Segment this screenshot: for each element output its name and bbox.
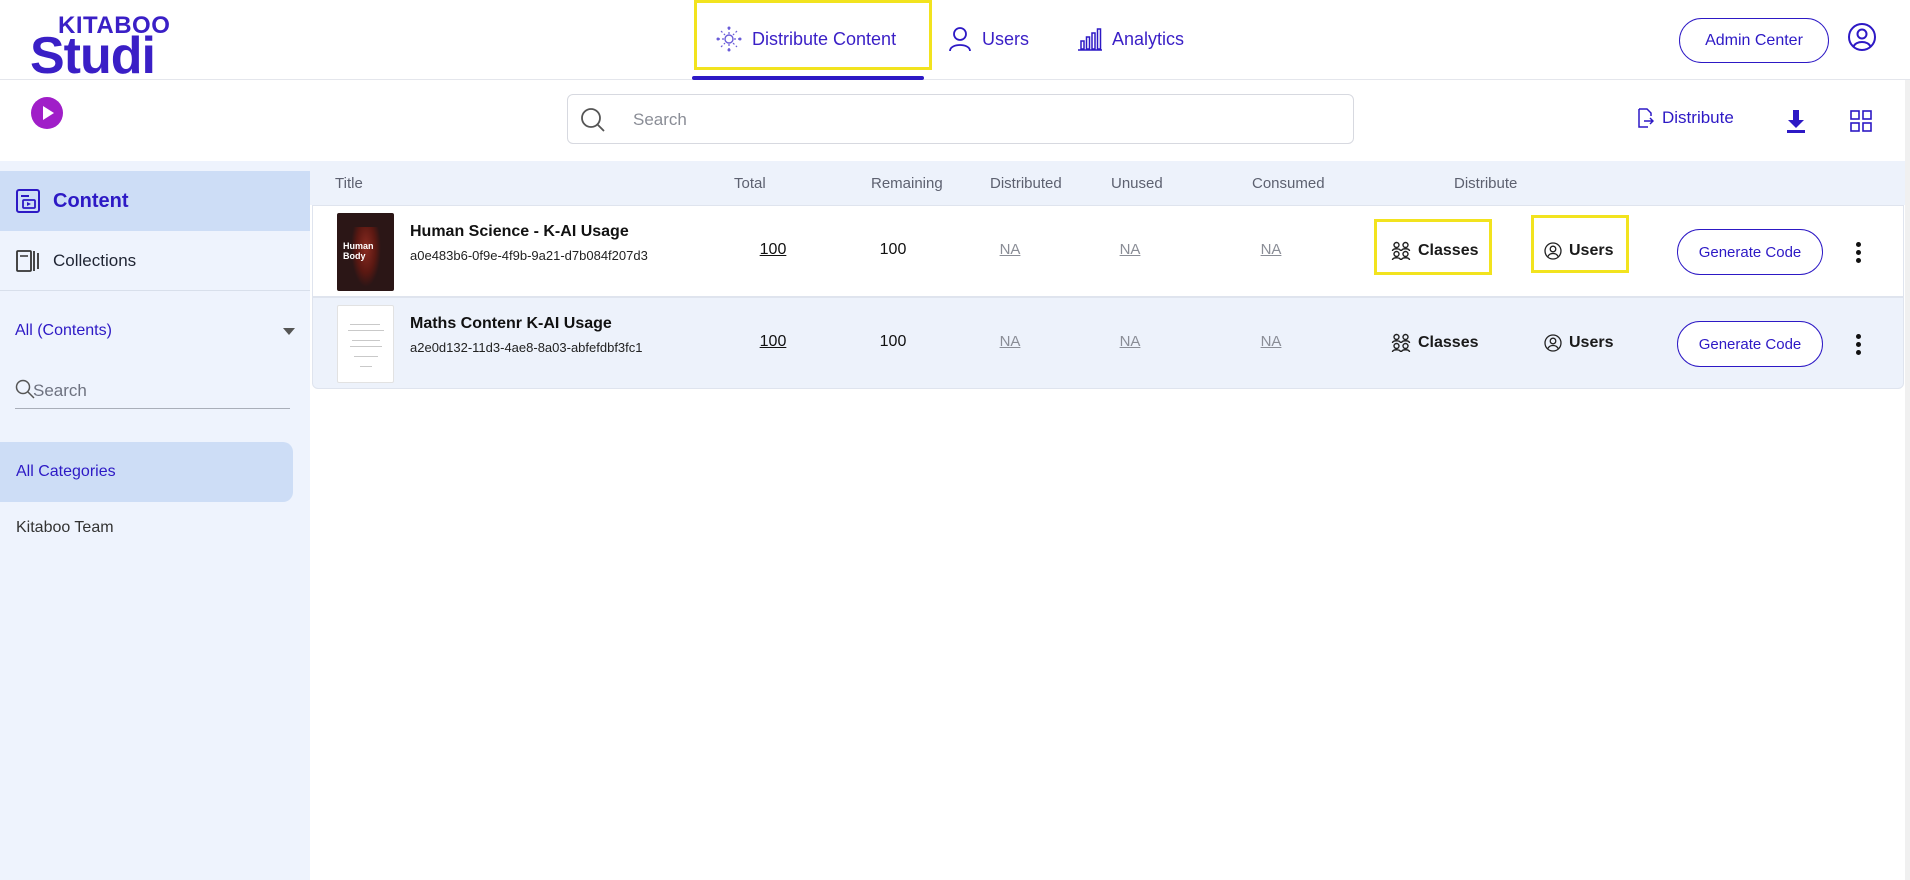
grid-view-icon[interactable]	[1850, 110, 1872, 132]
category-all-categories[interactable]: All Categories	[0, 442, 293, 502]
generate-code-button[interactable]: Generate Code	[1677, 229, 1823, 275]
column-header-remaining: Remaining	[871, 175, 943, 192]
total-count[interactable]: 100	[743, 333, 803, 351]
search-icon	[15, 379, 35, 399]
content-icon	[16, 189, 40, 213]
content-id: a2e0d132-11d3-4ae8-8a03-abfefdbf3fc1	[410, 340, 643, 355]
logo-play-icon	[31, 97, 63, 129]
content-filter-dropdown[interactable]: All (Contents)	[15, 313, 295, 349]
column-header-distribute: Distribute	[1454, 175, 1518, 192]
highlight-box	[1374, 219, 1492, 275]
sidebar-label-collections: Collections	[53, 250, 137, 270]
classes-icon	[1391, 333, 1411, 353]
top-header: KITABOO Studi Distribute Content Users A…	[0, 0, 1910, 129]
nav-label-users: Users	[982, 28, 1030, 49]
nav-label-analytics: Analytics	[1112, 28, 1185, 49]
distributed-value[interactable]: NA	[980, 241, 1040, 258]
left-sidebar: Content Collections All (Contents) All C…	[0, 161, 310, 880]
sidebar-item-content[interactable]: Content	[0, 171, 310, 231]
collections-icon	[16, 249, 39, 272]
category-search[interactable]	[15, 371, 290, 409]
total-count[interactable]: 100	[743, 241, 803, 259]
distribute-doc-icon	[1638, 108, 1654, 128]
content-filter-value: All (Contents)	[15, 322, 112, 339]
content-search-box[interactable]	[567, 94, 1354, 144]
table-row: Maths Contenr K-AI Usage a2e0d132-11d3-4…	[312, 297, 1904, 389]
profile-icon[interactable]	[1847, 22, 1877, 52]
distribute-classes-button[interactable]: Classes	[1391, 323, 1479, 363]
unused-value[interactable]: NA	[1100, 333, 1160, 350]
user-circle-icon	[1544, 334, 1562, 352]
content-id: a0e483b6-0f9e-4f9b-9a21-d7b084f207d3	[410, 248, 648, 263]
unused-value[interactable]: NA	[1100, 241, 1160, 258]
distribute-label: Distribute	[1662, 108, 1734, 127]
distribute-button[interactable]: Distribute	[1636, 108, 1734, 128]
admin-center-button[interactable]: Admin Center	[1679, 18, 1829, 63]
category-search-input[interactable]	[33, 379, 283, 403]
more-options-icon[interactable]	[1850, 333, 1866, 357]
sidebar-item-collections[interactable]: Collections	[0, 231, 310, 291]
nav-analytics[interactable]: Analytics	[1078, 0, 1184, 78]
logo-text-bottom: Studi	[30, 30, 180, 134]
distributed-value[interactable]: NA	[980, 333, 1040, 350]
app-root: KITABOO Studi Distribute Content Users A…	[0, 0, 1910, 880]
remaining-count: 100	[879, 241, 907, 258]
highlight-box	[694, 0, 932, 70]
users-label: Users	[1569, 334, 1614, 351]
search-icon	[581, 108, 605, 132]
bar-chart-icon	[1078, 28, 1102, 51]
generate-code-button[interactable]: Generate Code	[1677, 321, 1823, 367]
column-header-unused: Unused	[1111, 175, 1163, 192]
column-header-consumed: Consumed	[1252, 175, 1325, 192]
download-icon[interactable]	[1785, 108, 1807, 134]
table-header: Title Total Remaining Distributed Unused…	[310, 161, 1905, 205]
page-scrollbar[interactable]	[1905, 80, 1910, 880]
content-title: Human Science - K-AI Usage	[410, 223, 629, 240]
classes-label: Classes	[1418, 334, 1479, 351]
more-options-icon[interactable]	[1850, 241, 1866, 265]
consumed-value[interactable]: NA	[1241, 333, 1301, 350]
category-kitaboo-team[interactable]: Kitaboo Team	[16, 519, 114, 537]
table-row: Human Body Human Science - K-AI Usage a0…	[312, 205, 1904, 297]
user-icon	[949, 27, 971, 52]
column-header-distributed: Distributed	[990, 175, 1062, 192]
column-header-total: Total	[734, 175, 766, 192]
distribute-users-button[interactable]: Users	[1544, 323, 1613, 363]
highlight-box	[1531, 215, 1629, 273]
consumed-value[interactable]: NA	[1241, 241, 1301, 258]
content-thumbnail: Human Body	[337, 213, 394, 291]
remaining-count: 100	[879, 333, 907, 350]
kitaboo-studio-logo[interactable]: KITABOO Studi	[30, 12, 180, 129]
sidebar-label-content: Content	[53, 189, 129, 212]
content-title: Maths Contenr K-AI Usage	[410, 315, 612, 332]
nav-users[interactable]: Users	[948, 0, 1029, 78]
column-header-title: Title	[335, 175, 363, 192]
thumbnail-title: Human Body	[343, 241, 374, 261]
content-search-input[interactable]	[633, 105, 1333, 135]
content-thumbnail	[337, 305, 394, 383]
caret-down-icon	[283, 327, 295, 335]
